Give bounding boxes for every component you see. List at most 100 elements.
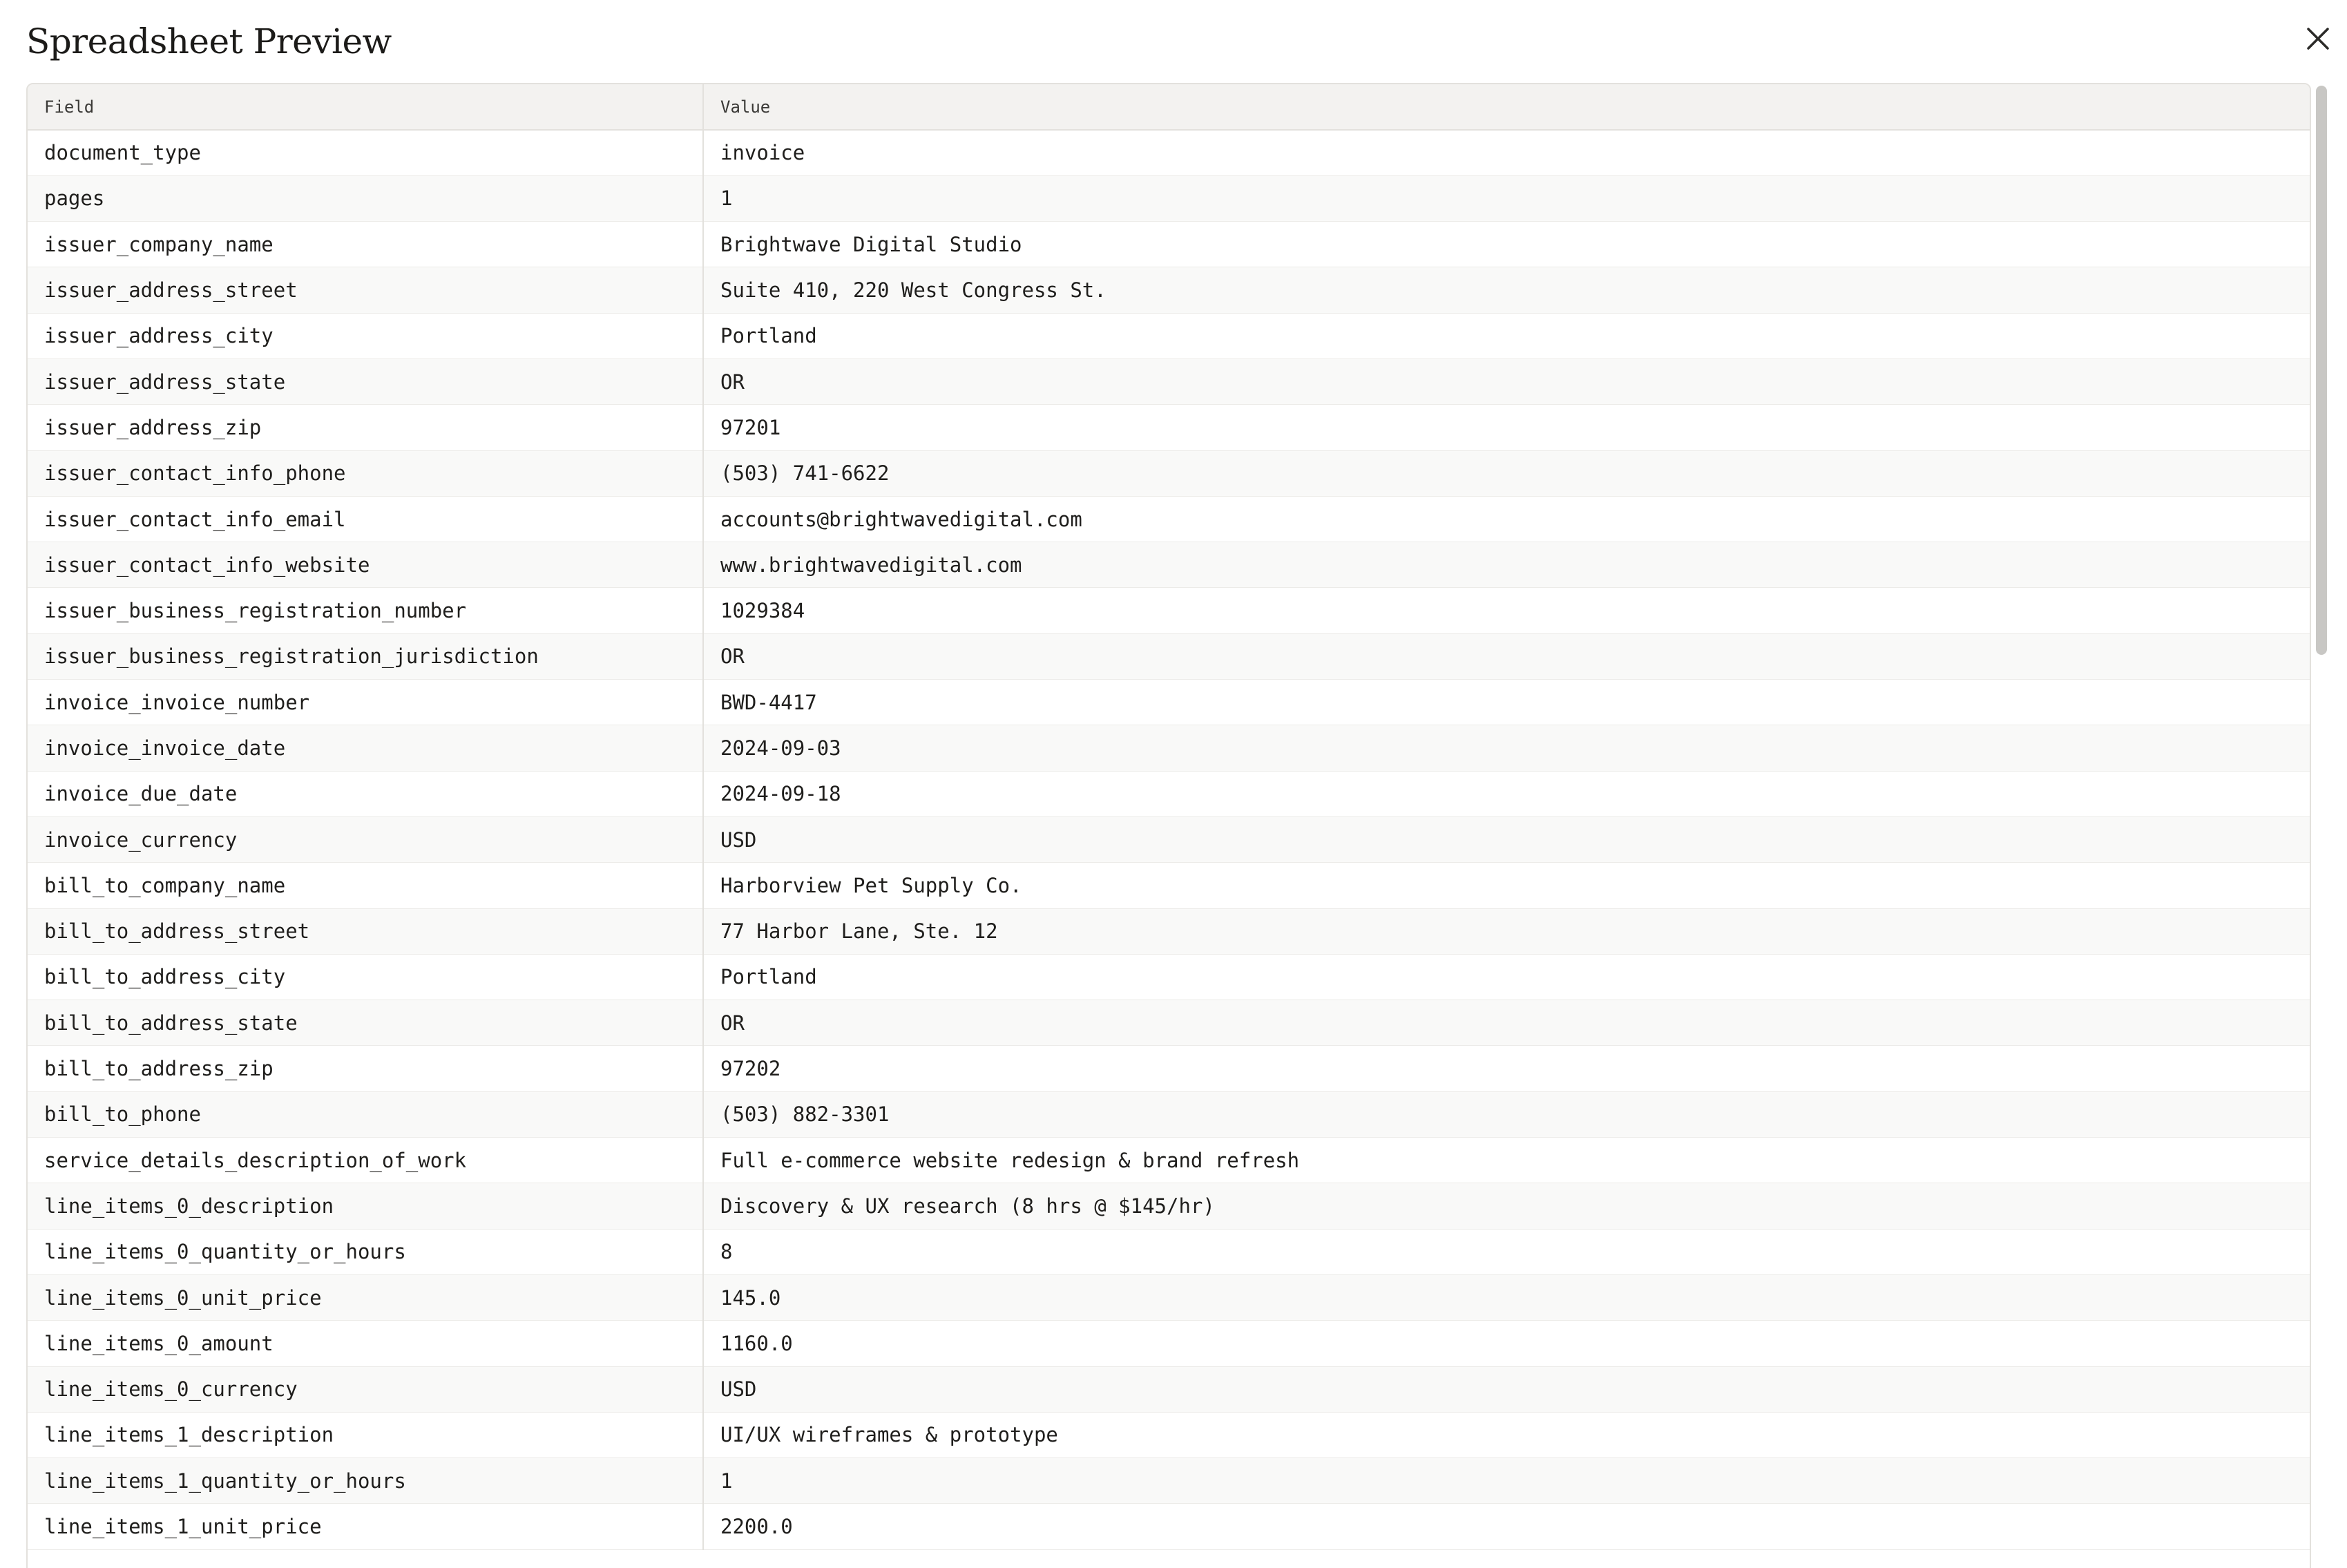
field-cell: line_items_0_unit_price (28, 1274, 704, 1321)
dialog-title: Spreadsheet Preview (26, 21, 392, 61)
table-row[interactable]: bill_to_address_zip 97202 (28, 1045, 2310, 1092)
value-cell: 1 (703, 1457, 2310, 1504)
field-cell: bill_to_phone (28, 1091, 704, 1138)
table-row[interactable]: issuer_address_city Portland (28, 313, 2310, 359)
scrollbar-thumb[interactable] (2316, 86, 2327, 655)
value-cell: Portland (703, 954, 2310, 1001)
table-row[interactable]: document_type invoice (28, 130, 2310, 176)
field-cell: document_type (28, 130, 704, 176)
table-row[interactable]: invoice_invoice_number BWD-4417 (28, 679, 2310, 726)
field-cell: issuer_contact_info_phone (28, 450, 704, 497)
table-row[interactable]: line_items_0_currency USD (28, 1366, 2310, 1413)
value-cell: UI/UX wireframes & prototype (703, 1412, 2310, 1459)
vertical-scrollbar[interactable] (2314, 86, 2329, 1568)
table-row[interactable]: issuer_contact_info_phone (503) 741-6622 (28, 450, 2310, 497)
field-cell: bill_to_company_name (28, 862, 704, 909)
field-cell: line_items_1_description (28, 1412, 704, 1459)
table-row[interactable]: line_items_1_description UI/UX wireframes… (28, 1412, 2310, 1459)
field-cell: line_items_0_amount (28, 1320, 704, 1367)
table-row[interactable]: pages 1 (28, 175, 2310, 222)
table-row[interactable]: line_items_1_unit_price 2200.0 (28, 1503, 2310, 1550)
table-row[interactable]: invoice_due_date 2024-09-18 (28, 771, 2310, 817)
column-header-value: Value (703, 84, 2310, 131)
field-cell: invoice_currency (28, 816, 704, 863)
value-cell: 97202 (703, 1045, 2310, 1092)
value-cell: USD (703, 816, 2310, 863)
value-cell: www.brightwavedigital.com (703, 542, 2310, 589)
table-row[interactable]: bill_to_address_city Portland (28, 954, 2310, 1001)
value-cell: OR (703, 358, 2310, 405)
spreadsheet-table: Field Value document_type invoice pages 1 is… (28, 84, 2310, 1550)
field-cell: bill_to_address_zip (28, 1045, 704, 1092)
field-cell: issuer_business_registration_jurisdictio… (28, 633, 704, 680)
table-row[interactable]: issuer_address_zip 97201 (28, 404, 2310, 451)
table-row[interactable]: invoice_invoice_date 2024-09-03 (28, 725, 2310, 772)
field-cell: issuer_address_zip (28, 404, 704, 451)
value-cell: 1160.0 (703, 1320, 2310, 1367)
column-header-field: Field (28, 84, 704, 131)
value-cell: Brightwave Digital Studio (703, 221, 2310, 268)
field-cell: issuer_address_state (28, 358, 704, 405)
value-cell: 8 (703, 1229, 2310, 1275)
table-row[interactable]: issuer_business_registration_number 10293… (28, 587, 2310, 634)
value-cell: BWD-4417 (703, 679, 2310, 726)
field-cell: bill_to_address_state (28, 1000, 704, 1046)
table-row[interactable]: issuer_address_state OR (28, 358, 2310, 405)
field-cell: issuer_address_city (28, 313, 704, 359)
field-cell: issuer_company_name (28, 221, 704, 268)
table-row[interactable]: issuer_business_registration_jurisdictio… (28, 633, 2310, 680)
value-cell: Full e-commerce website redesign & brand… (703, 1137, 2310, 1184)
field-cell: bill_to_address_city (28, 954, 704, 1001)
value-cell: Harborview Pet Supply Co. (703, 862, 2310, 909)
table-row[interactable]: bill_to_address_state OR (28, 1000, 2310, 1046)
table-body: document_type invoice pages 1 issuer_company… (28, 130, 2310, 1550)
table-row[interactable]: line_items_0_quantity_or_hours 8 (28, 1229, 2310, 1275)
value-cell: (503) 741-6622 (703, 450, 2310, 497)
spreadsheet-preview-dialog: Spreadsheet Preview Field Value document… (0, 0, 2347, 1568)
value-cell: invoice (703, 130, 2310, 176)
table-row[interactable]: line_items_1_quantity_or_hours 1 (28, 1457, 2310, 1504)
table-row[interactable]: service_details_description_of_work Full … (28, 1137, 2310, 1184)
value-cell: Portland (703, 313, 2310, 359)
field-cell: issuer_contact_info_email (28, 496, 704, 543)
table-row[interactable]: bill_to_address_street 77 Harbor Lane, St… (28, 908, 2310, 955)
field-cell: issuer_contact_info_website (28, 542, 704, 589)
field-cell: invoice_invoice_number (28, 679, 704, 726)
table-row[interactable]: bill_to_phone (503) 882-3301 (28, 1091, 2310, 1138)
table-row[interactable]: bill_to_company_name Harborview Pet Suppl… (28, 862, 2310, 909)
table-row[interactable]: issuer_company_name Brightwave Digital St… (28, 221, 2310, 268)
table-row[interactable]: issuer_address_street Suite 410, 220 West… (28, 267, 2310, 314)
field-cell: issuer_address_street (28, 267, 704, 314)
field-cell: invoice_due_date (28, 771, 704, 817)
table-row[interactable]: issuer_contact_info_email accounts@bright… (28, 496, 2310, 543)
field-cell: issuer_business_registration_number (28, 587, 704, 634)
close-button[interactable] (2300, 21, 2336, 57)
table-row[interactable]: issuer_contact_info_website www.brightwav… (28, 542, 2310, 589)
table-row[interactable]: line_items_0_description Discovery & UX r… (28, 1183, 2310, 1230)
field-cell: line_items_0_currency (28, 1366, 704, 1413)
close-icon (2307, 28, 2329, 50)
value-cell: OR (703, 1000, 2310, 1046)
value-cell: 145.0 (703, 1274, 2310, 1321)
field-cell: invoice_invoice_date (28, 725, 704, 772)
field-cell: bill_to_address_street (28, 908, 704, 955)
table-row[interactable]: line_items_0_unit_price 145.0 (28, 1274, 2310, 1321)
field-cell: line_items_1_quantity_or_hours (28, 1457, 704, 1504)
value-cell: accounts@brightwavedigital.com (703, 496, 2310, 543)
value-cell: 97201 (703, 404, 2310, 451)
table-header-row: Field Value (28, 84, 2310, 131)
field-cell: pages (28, 175, 704, 222)
value-cell: USD (703, 1366, 2310, 1413)
value-cell: 2024-09-18 (703, 771, 2310, 817)
value-cell: 1 (703, 175, 2310, 222)
value-cell: 1029384 (703, 587, 2310, 634)
value-cell: 77 Harbor Lane, Ste. 12 (703, 908, 2310, 955)
field-cell: line_items_1_unit_price (28, 1503, 704, 1550)
field-cell: line_items_0_description (28, 1183, 704, 1230)
value-cell: Suite 410, 220 West Congress St. (703, 267, 2310, 314)
table-row[interactable]: invoice_currency USD (28, 816, 2310, 863)
table-row[interactable]: line_items_0_amount 1160.0 (28, 1320, 2310, 1367)
spreadsheet-table-container: Field Value document_type invoice pages 1 is… (26, 83, 2311, 1568)
field-cell: service_details_description_of_work (28, 1137, 704, 1184)
value-cell: (503) 882-3301 (703, 1091, 2310, 1138)
